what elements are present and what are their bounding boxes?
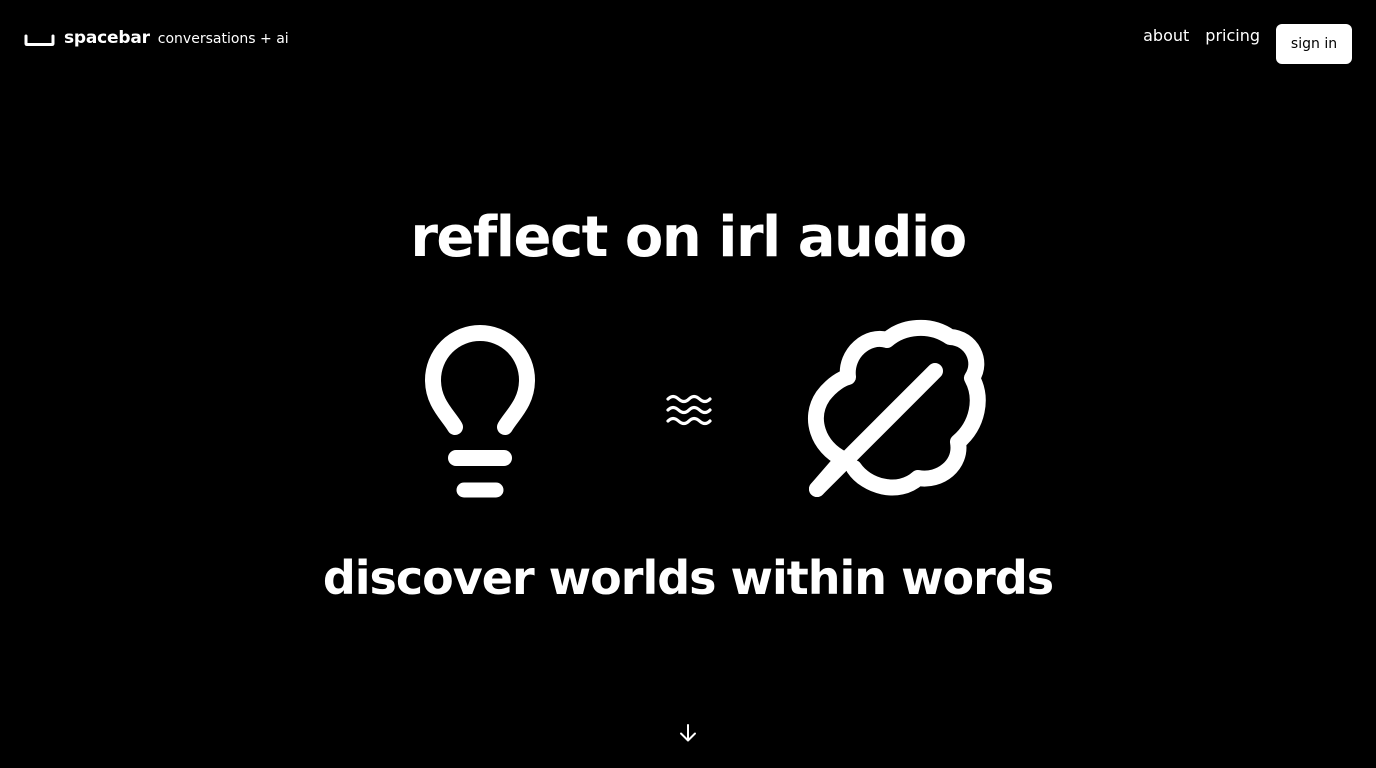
arrow-down-icon[interactable] xyxy=(677,722,699,744)
waves-icon xyxy=(666,394,712,426)
hero-illustration xyxy=(425,319,986,498)
lightbulb-icon xyxy=(425,325,535,498)
hero-subtitle: discover worlds within words xyxy=(322,551,1054,605)
leaf-icon xyxy=(807,319,986,497)
